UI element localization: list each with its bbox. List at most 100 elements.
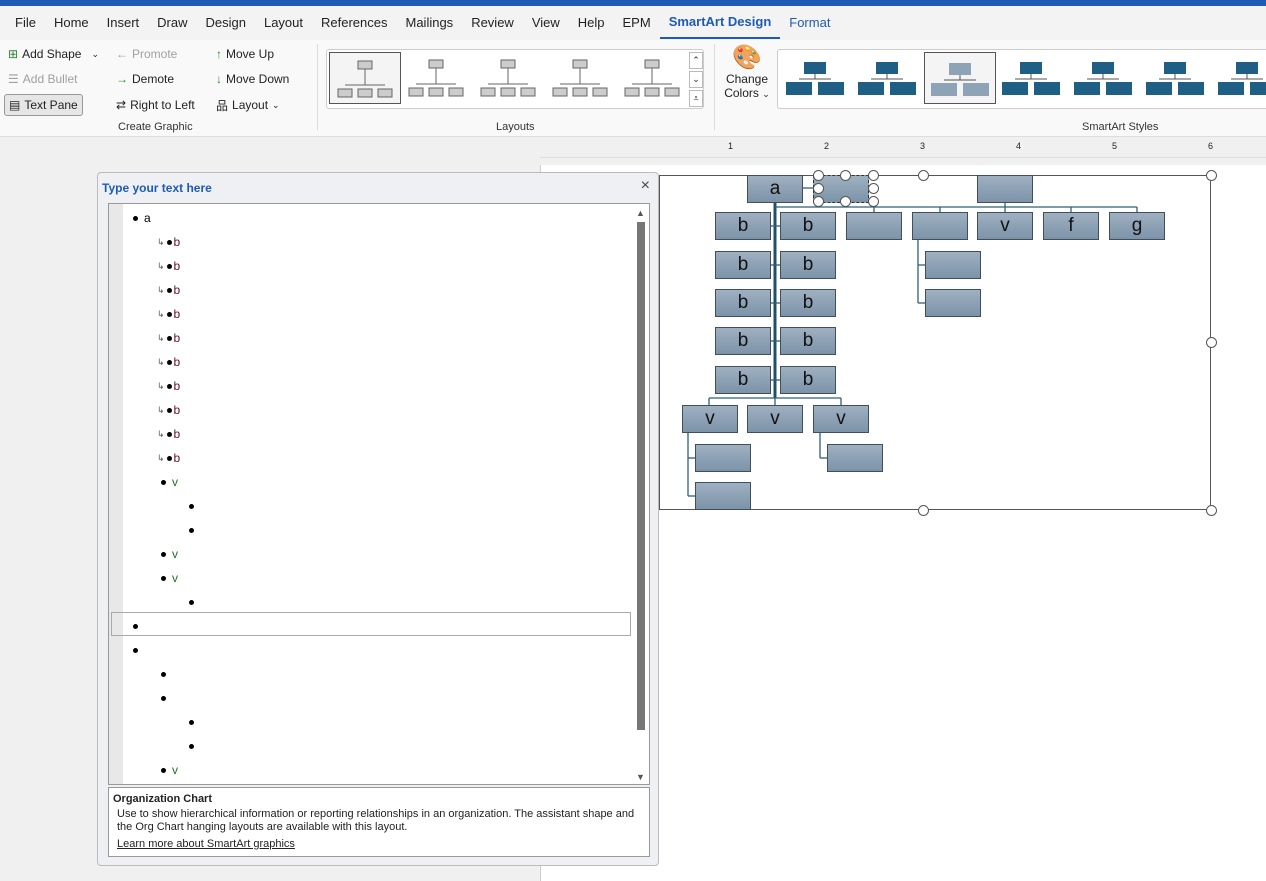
org-chart-shape[interactable] xyxy=(925,251,981,279)
org-chart-shape[interactable]: b xyxy=(715,327,771,355)
text-pane-item[interactable]: ↳ b xyxy=(157,352,180,372)
org-chart-shape[interactable]: v xyxy=(977,212,1033,240)
scroll-down-icon[interactable]: ▼ xyxy=(636,772,645,782)
text-pane-item[interactable]: ↳ b xyxy=(157,448,180,468)
text-pane-item[interactable] xyxy=(189,520,200,540)
item-text: v xyxy=(172,547,178,561)
bullet-icon xyxy=(161,575,166,581)
org-chart-shape[interactable] xyxy=(695,482,751,510)
text-pane-item[interactable] xyxy=(189,496,200,516)
org-chart-shape[interactable] xyxy=(827,444,883,472)
bullet-icon xyxy=(161,671,166,677)
org-chart-shape[interactable] xyxy=(846,212,902,240)
text-pane-item[interactable] xyxy=(189,712,200,732)
resize-handle[interactable] xyxy=(840,196,851,207)
text-pane-item[interactable] xyxy=(161,688,172,708)
resize-handle[interactable] xyxy=(1206,170,1217,181)
close-icon[interactable]: × xyxy=(641,177,650,195)
bullet-icon xyxy=(189,719,194,725)
resize-handle[interactable] xyxy=(813,170,824,181)
org-chart-shape[interactable]: b xyxy=(715,251,771,279)
org-chart-shape[interactable]: g xyxy=(1109,212,1165,240)
text-pane-item[interactable] xyxy=(189,736,200,756)
bullet-icon xyxy=(166,239,172,245)
resize-handle[interactable] xyxy=(840,170,851,181)
text-pane-item[interactable] xyxy=(189,592,200,612)
item-text: b xyxy=(173,427,181,441)
resize-handle[interactable] xyxy=(813,196,824,207)
org-chart-shape[interactable] xyxy=(977,175,1033,203)
item-text: b xyxy=(173,379,181,393)
text-pane-list[interactable]: ▲ ▼ a ↳ b ↳ b ↳ b ↳ b ↳ b ↳ b ↳ b ↳ b ↳ b ↳ b v v v v xyxy=(108,203,650,785)
text-pane-item[interactable]: ↳ b xyxy=(157,328,180,348)
learn-more-link[interactable]: Learn more about SmartArt graphics xyxy=(113,838,645,850)
item-text: b xyxy=(173,235,181,249)
org-chart-shape[interactable]: b xyxy=(780,289,836,317)
resize-handle[interactable] xyxy=(813,183,824,194)
text-pane-item[interactable]: v xyxy=(161,472,178,492)
scroll-thumb[interactable] xyxy=(637,222,645,730)
org-chart-shape[interactable] xyxy=(925,289,981,317)
org-chart-shape[interactable]: b xyxy=(780,251,836,279)
sub-bullet-icon: ↳ xyxy=(157,404,165,415)
text-pane-title: Type your text here xyxy=(102,181,212,195)
bullet-icon xyxy=(161,479,166,485)
resize-handle[interactable] xyxy=(868,183,879,194)
text-pane-item[interactable] xyxy=(161,664,172,684)
text-pane-item[interactable] xyxy=(133,616,144,636)
bullet-icon xyxy=(133,623,138,629)
text-pane-item[interactable]: v xyxy=(161,568,178,588)
sub-bullet-icon: ↳ xyxy=(157,428,165,439)
resize-handle[interactable] xyxy=(1206,337,1217,348)
text-pane-item[interactable]: ↳ b xyxy=(157,232,180,252)
text-pane-item[interactable]: v xyxy=(161,760,178,780)
scroll-up-icon[interactable]: ▲ xyxy=(636,208,645,218)
org-chart-shape[interactable]: f xyxy=(1043,212,1099,240)
org-chart-shape[interactable]: v xyxy=(813,405,869,433)
bullet-icon xyxy=(166,431,172,437)
text-pane-item[interactable]: a xyxy=(133,208,151,228)
org-chart-shape[interactable]: a xyxy=(747,175,803,203)
resize-handle[interactable] xyxy=(918,505,929,516)
text-pane-item[interactable]: v xyxy=(161,544,178,564)
text-pane-item[interactable]: ↳ b xyxy=(157,280,180,300)
org-chart-shape[interactable] xyxy=(912,212,968,240)
resize-handle[interactable] xyxy=(1206,505,1217,516)
layout-name: Organization Chart xyxy=(113,793,213,805)
org-chart-shape[interactable] xyxy=(695,444,751,472)
text-pane-item[interactable]: ↳ b xyxy=(157,376,180,396)
resize-handle[interactable] xyxy=(868,196,879,207)
text-pane-item[interactable] xyxy=(133,640,144,660)
text-pane-item[interactable]: ↳ b xyxy=(157,400,180,420)
text-pane: Type your text here × ▲ ▼ a ↳ b ↳ b ↳ b ↳ b ↳ b ↳ b ↳… xyxy=(97,172,659,866)
item-text: v xyxy=(172,571,178,585)
resize-handle[interactable] xyxy=(868,170,879,181)
item-text: b xyxy=(173,355,181,369)
org-chart-shape[interactable]: b xyxy=(715,366,771,394)
bullet-icon xyxy=(161,767,166,773)
resize-handle[interactable] xyxy=(918,170,929,181)
org-chart-shape[interactable]: b xyxy=(715,212,771,240)
layout-description: Organization Chart Use to show hierarchi… xyxy=(108,787,650,857)
org-chart-shape[interactable]: v xyxy=(682,405,738,433)
org-chart-shape[interactable]: v xyxy=(747,405,803,433)
org-chart-shape[interactable]: b xyxy=(780,327,836,355)
bullet-icon xyxy=(161,551,166,557)
org-chart-shape[interactable]: b xyxy=(780,212,836,240)
text-pane-item[interactable]: ↳ b xyxy=(157,256,180,276)
bullet-icon xyxy=(189,527,194,533)
scrollbar[interactable]: ▲ ▼ xyxy=(635,208,647,782)
layout-description-text: Use to show hierarchical information or … xyxy=(117,808,635,833)
bullet-icon xyxy=(166,335,172,341)
bullet-icon xyxy=(166,407,172,413)
sub-bullet-icon: ↳ xyxy=(157,356,165,367)
text-pane-item[interactable]: ↳ b xyxy=(157,424,180,444)
sub-bullet-icon: ↳ xyxy=(157,332,165,343)
org-chart-shape[interactable]: b xyxy=(780,366,836,394)
text-pane-item[interactable]: ↳ b xyxy=(157,304,180,324)
bullet-icon xyxy=(161,695,166,701)
org-chart-shape[interactable]: b xyxy=(715,289,771,317)
item-text: b xyxy=(173,331,181,345)
sub-bullet-icon: ↳ xyxy=(157,308,165,319)
selected-row xyxy=(111,612,631,636)
